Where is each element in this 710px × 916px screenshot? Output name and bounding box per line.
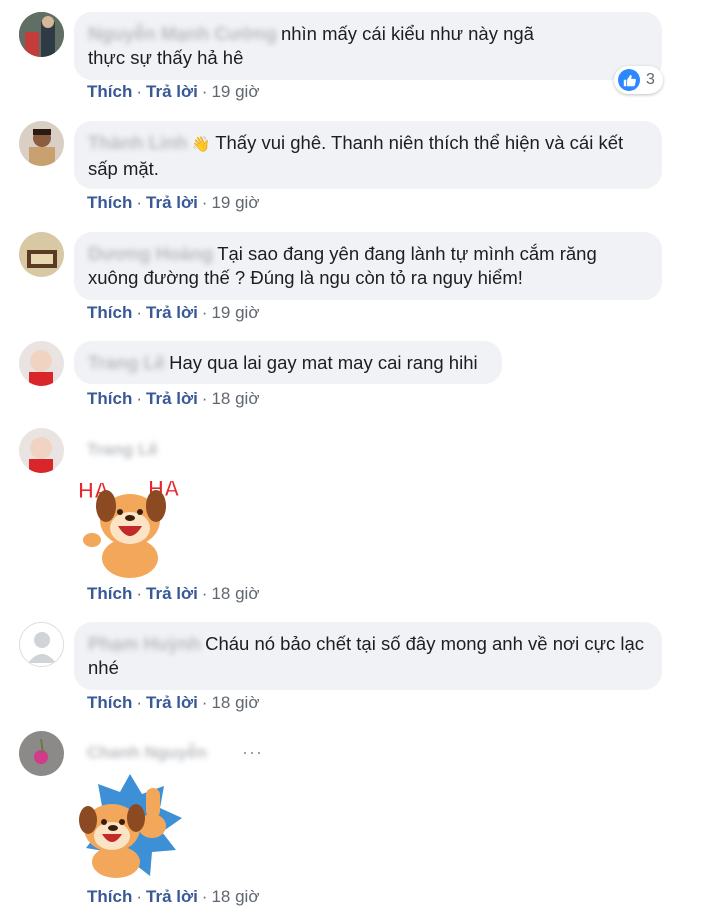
comment-actions: Thích · Trả lời · 18 giờ bbox=[87, 887, 260, 906]
comment-text: sấp mặt. bbox=[88, 158, 159, 179]
more-options-icon[interactable]: ··· bbox=[242, 742, 263, 763]
comment-text: Tại sao đang yên đang lành tự mình cắm r… bbox=[217, 243, 597, 264]
comment-actions: Thích · Trả lời · 19 giờ bbox=[87, 82, 260, 101]
like-link[interactable]: Thích bbox=[87, 389, 132, 408]
timestamp[interactable]: 18 giờ bbox=[211, 693, 259, 712]
comment-actions: Thích · Trả lời · 18 giờ bbox=[87, 584, 260, 603]
reply-link[interactable]: Trả lời bbox=[146, 303, 198, 322]
author-name[interactable]: Nguyễn Mạnh Cường bbox=[88, 23, 277, 44]
laughing-dog-sticker: HA HA bbox=[76, 468, 184, 580]
reply-link[interactable]: Trả lời bbox=[146, 584, 198, 603]
author-name[interactable]: Trang Lê bbox=[87, 440, 158, 460]
comment-bubble: Phạm Huỳnh Cháu nó bảo chết tại số đây mo… bbox=[74, 622, 662, 690]
author-name[interactable]: Trang Lê bbox=[88, 352, 165, 373]
comment-text: Cháu nó bảo chết tại số đây mong anh về … bbox=[205, 633, 645, 654]
author-name[interactable]: Dương Hoàng bbox=[88, 243, 213, 264]
comment-bubble: Thành Linh 👋 Thấy vui ghê. Thanh niên thí… bbox=[74, 121, 662, 189]
avatar[interactable] bbox=[19, 341, 64, 386]
reply-link[interactable]: Trả lời bbox=[146, 193, 198, 212]
avatar[interactable] bbox=[19, 428, 64, 473]
comment-text: nhé bbox=[88, 657, 119, 678]
wave-emoji: 👋 bbox=[191, 136, 211, 153]
comment-text: xuông đường thế ? Đúng là ngu còn tỏ ra … bbox=[88, 267, 523, 288]
like-link[interactable]: Thích bbox=[87, 887, 132, 906]
reaction-count-value: 3 bbox=[646, 71, 655, 88]
timestamp[interactable]: 18 giờ bbox=[211, 389, 259, 408]
avatar[interactable] bbox=[19, 121, 64, 166]
comment-actions: Thích · Trả lời · 18 giờ bbox=[87, 389, 260, 408]
timestamp[interactable]: 19 giờ bbox=[211, 193, 259, 212]
reply-link[interactable]: Trả lời bbox=[146, 389, 198, 408]
comment-text: thực sự thấy hả hê bbox=[88, 47, 244, 68]
reply-link[interactable]: Trả lời bbox=[146, 693, 198, 712]
comment-text: Hay qua lai gay mat may cai rang hihi bbox=[169, 352, 478, 373]
thumbs-up-dog-sticker bbox=[72, 770, 188, 882]
comment-text: nhìn mấy cái kiểu như này ngã bbox=[280, 23, 534, 44]
avatar[interactable] bbox=[19, 622, 64, 667]
like-icon bbox=[618, 69, 640, 91]
comment-bubble: Dương Hoàng Tại sao đang yên đang lành tự… bbox=[74, 232, 662, 300]
like-link[interactable]: Thích bbox=[87, 584, 132, 603]
reply-link[interactable]: Trả lời bbox=[146, 887, 198, 906]
timestamp[interactable]: 19 giờ bbox=[211, 303, 259, 322]
like-link[interactable]: Thích bbox=[87, 693, 132, 712]
comment-text: Thấy vui ghê. Thanh niên thích thể hiện … bbox=[215, 132, 624, 153]
timestamp[interactable]: 18 giờ bbox=[211, 887, 259, 906]
reply-link[interactable]: Trả lời bbox=[146, 82, 198, 101]
author-name[interactable]: Thành Linh bbox=[88, 132, 188, 153]
comment-actions: Thích · Trả lời · 18 giờ bbox=[87, 693, 260, 712]
author-name[interactable]: Phạm Huỳnh bbox=[88, 633, 201, 654]
avatar[interactable] bbox=[19, 232, 64, 277]
comment-bubble: Trang Lê Hay qua lai gay mat may cai rang… bbox=[74, 341, 502, 384]
reaction-count[interactable]: 3 bbox=[614, 66, 663, 94]
comment-actions: Thích · Trả lời · 19 giờ bbox=[87, 193, 260, 212]
comment-actions: Thích · Trả lời · 19 giờ bbox=[87, 303, 260, 322]
like-link[interactable]: Thích bbox=[87, 82, 132, 101]
like-link[interactable]: Thích bbox=[87, 303, 132, 322]
avatar[interactable] bbox=[19, 731, 64, 776]
author-name[interactable]: Chanh Nguyễn bbox=[87, 743, 207, 763]
like-link[interactable]: Thích bbox=[87, 193, 132, 212]
timestamp[interactable]: 19 giờ bbox=[211, 82, 259, 101]
timestamp[interactable]: 18 giờ bbox=[211, 584, 259, 603]
comment-bubble: Nguyễn Mạnh Cường nhìn mấy cái kiểu như n… bbox=[74, 12, 662, 80]
avatar[interactable] bbox=[19, 12, 64, 57]
